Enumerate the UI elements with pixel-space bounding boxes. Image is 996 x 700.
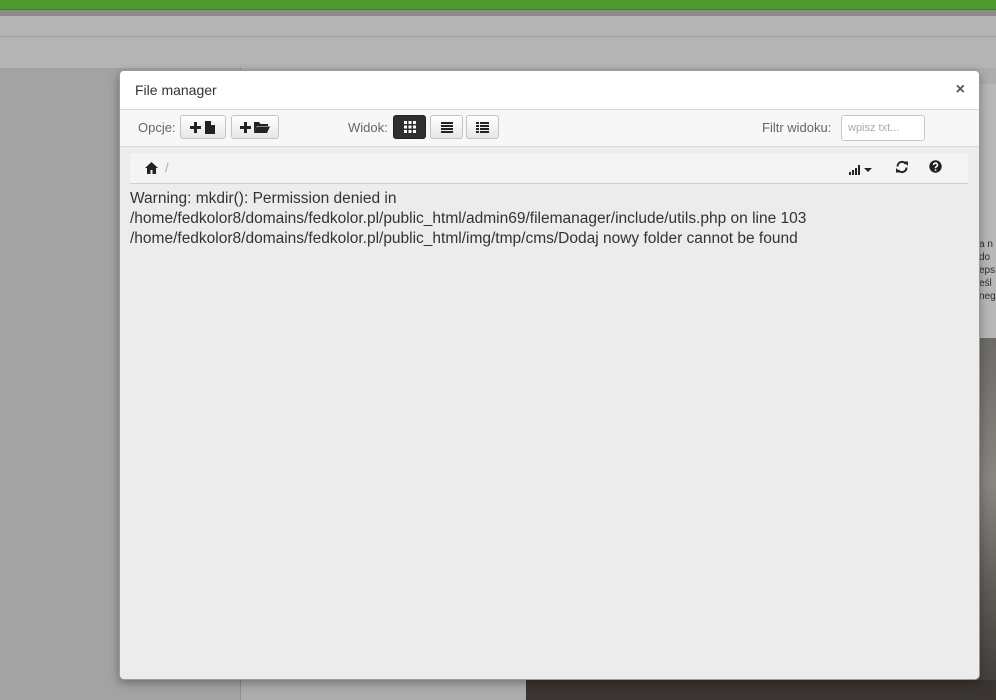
background-subnav	[0, 16, 996, 69]
sort-dropdown[interactable]	[849, 162, 874, 180]
file-manager-modal: File manager × Opcje: Widok: Filtr widok…	[119, 70, 980, 680]
new-folder-button[interactable]	[231, 115, 279, 139]
background-photo-detail	[526, 680, 996, 700]
options-label: Opcje:	[138, 120, 176, 135]
file-manager-toolbar: Opcje: Widok: Filtr widoku: wpisz txt...	[120, 110, 979, 147]
view-label: Widok:	[348, 120, 388, 135]
upload-file-button[interactable]	[180, 115, 226, 139]
modal-header: File manager ×	[120, 71, 979, 110]
help-button[interactable]	[929, 160, 942, 178]
breadcrumb: /	[130, 153, 968, 184]
error-line: /home/fedkolor8/domains/fedkolor.pl/publ…	[130, 210, 807, 227]
question-circle-icon	[929, 160, 942, 177]
filter-input[interactable]	[841, 115, 925, 141]
breadcrumb-separator: /	[165, 160, 169, 175]
bg-text-line: do	[979, 252, 991, 263]
list-view-button[interactable]	[430, 115, 463, 139]
background-divider	[0, 36, 996, 37]
signal-sort-icon	[849, 162, 874, 179]
plus-folder-icon	[240, 120, 270, 134]
bg-text-line: eps	[979, 265, 996, 276]
plus-file-icon	[190, 120, 216, 134]
columns-list-icon	[476, 121, 489, 133]
background-right-text: a n do eps eśl neg	[979, 238, 996, 303]
home-icon[interactable]	[145, 161, 158, 179]
bg-text-line: a n	[979, 239, 993, 250]
close-button[interactable]: ×	[956, 81, 965, 99]
bg-text-line: neg	[979, 291, 996, 302]
filter-label: Filtr widoku:	[762, 120, 832, 135]
error-message: Warning: mkdir(): Permission denied in /…	[130, 189, 975, 249]
error-line: Warning: mkdir(): Permission denied in	[130, 190, 397, 207]
list-icon	[440, 121, 453, 133]
top-accent-bar	[0, 0, 996, 10]
bg-text-line: eśl	[979, 278, 992, 289]
modal-title: File manager	[135, 82, 217, 98]
refresh-button[interactable]	[895, 160, 909, 179]
refresh-icon	[895, 160, 909, 178]
grid-view-button[interactable]	[393, 115, 426, 139]
error-line: /home/fedkolor8/domains/fedkolor.pl/publ…	[130, 230, 798, 247]
columns-view-button[interactable]	[466, 115, 499, 139]
grid-icon	[403, 121, 416, 133]
